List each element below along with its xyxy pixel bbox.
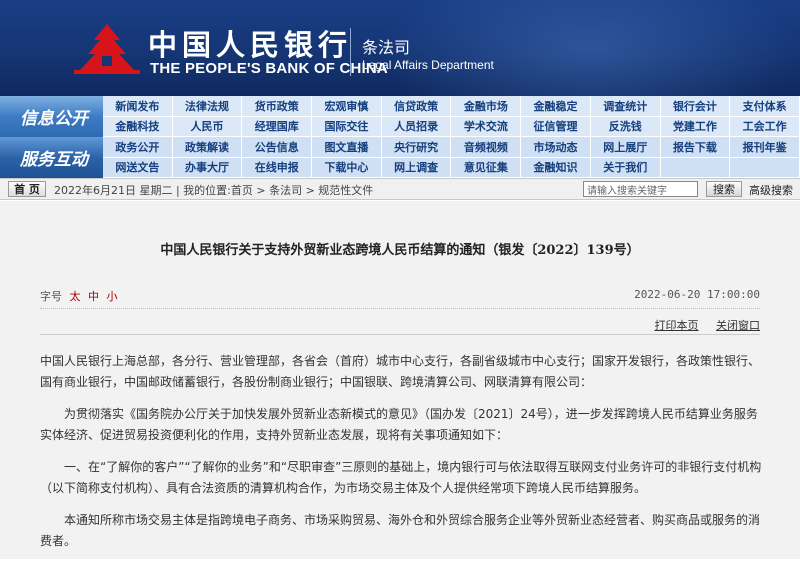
nav-section-info[interactable]: 信息公开: [0, 96, 103, 137]
search-input[interactable]: [583, 181, 698, 197]
nav-item[interactable]: 党建工作: [660, 116, 731, 137]
divider: [40, 334, 760, 335]
print-link[interactable]: 打印本页: [655, 319, 699, 332]
article-tools: 打印本页 关闭窗口: [641, 317, 761, 333]
nav-item[interactable]: 网上展厅: [590, 137, 661, 158]
nav-item[interactable]: 政策解读: [172, 137, 243, 158]
header-divider: [350, 28, 351, 76]
dept-name-en: Legal Affairs Department: [362, 58, 494, 72]
nav-item[interactable]: 学术交流: [451, 116, 522, 137]
nav-item[interactable]: 工会工作: [730, 116, 800, 137]
nav-item[interactable]: 市场动态: [521, 137, 591, 158]
pboc-logo-icon[interactable]: [74, 22, 140, 76]
nav-item[interactable]: 银行会计: [660, 96, 731, 117]
breadcrumb[interactable]: 2022年6月21日 星期二 | 我的位置:首页 > 条法司 > 规范性文件: [54, 182, 373, 198]
main-nav: 信息公开 服务互动 新闻发布 法律法规 货币政策 宏观审慎 信贷政策 金融市场 …: [0, 96, 800, 178]
nav-item[interactable]: 支付体系: [730, 96, 800, 117]
nav-item[interactable]: 货币政策: [242, 96, 313, 117]
font-size-medium[interactable]: 中: [88, 290, 99, 303]
nav-item[interactable]: 宏观审慎: [312, 96, 382, 117]
close-window-link[interactable]: 关闭窗口: [716, 319, 760, 332]
header-glow: [380, 0, 800, 96]
nav-item-empty: [660, 157, 731, 178]
nav-item[interactable]: 征信管理: [521, 116, 591, 137]
nav-item[interactable]: 政务公开: [103, 137, 173, 158]
breadcrumb-bar: 首 页 2022年6月21日 星期二 | 我的位置:首页 > 条法司 > 规范性…: [0, 178, 800, 200]
home-button[interactable]: 首 页: [8, 181, 46, 197]
nav-item-empty: [730, 157, 800, 178]
font-size-small[interactable]: 小: [107, 290, 118, 303]
font-size-large[interactable]: 太: [70, 290, 81, 303]
search-button[interactable]: 搜索: [706, 181, 742, 197]
nav-section-service[interactable]: 服务互动: [0, 137, 103, 178]
nav-item[interactable]: 金融科技: [103, 116, 173, 137]
nav-item[interactable]: 报刊年鉴: [730, 137, 800, 158]
paragraph: 一、在“了解你的客户”“了解你的业务”和“尽职审查”三原则的基础上，境内银行可与…: [40, 460, 762, 495]
nav-item[interactable]: 在线申报: [242, 157, 313, 178]
nav-item[interactable]: 公告信息: [242, 137, 313, 158]
nav-item[interactable]: 金融稳定: [521, 96, 591, 117]
nav-item[interactable]: 法律法规: [172, 96, 243, 117]
article-area: 中国人民银行关于支持外贸新业态跨境人民币结算的通知（银发〔2022〕139号） …: [0, 201, 800, 559]
nav-item[interactable]: 新闻发布: [103, 96, 173, 117]
paragraph: 中国人民银行上海总部，各分行、营业管理部，各省会（首府）城市中心支行，各副省级城…: [40, 354, 761, 389]
paragraph: 为贯彻落实《国务院办公厅关于加快发展外贸新业态新模式的意见》（国办发〔2021〕…: [40, 407, 758, 442]
nav-item[interactable]: 国际交往: [312, 116, 382, 137]
nav-item[interactable]: 音频视频: [451, 137, 522, 158]
nav-item[interactable]: 网上调查: [381, 157, 452, 178]
site-header: 中国人民银行 THE PEOPLE'S BANK OF CHINA 条法司 Le…: [0, 0, 800, 96]
nav-item[interactable]: 意见征集: [451, 157, 522, 178]
advanced-search-link[interactable]: 高级搜索: [749, 182, 793, 198]
font-size-control: 字号 太 中 小: [40, 288, 118, 304]
nav-grid: 新闻发布 法律法规 货币政策 宏观审慎 信贷政策 金融市场 金融稳定 调查统计 …: [103, 96, 800, 178]
nav-item[interactable]: 下载中心: [312, 157, 382, 178]
nav-item[interactable]: 网送文告: [103, 157, 173, 178]
nav-item[interactable]: 央行研究: [381, 137, 452, 158]
article-title: 中国人民银行关于支持外贸新业态跨境人民币结算的通知（银发〔2022〕139号）: [160, 243, 640, 258]
bank-name-cn: 中国人民银行: [148, 28, 353, 62]
nav-item[interactable]: 金融知识: [521, 157, 591, 178]
nav-item[interactable]: 报告下载: [660, 137, 731, 158]
font-size-label: 字号: [40, 290, 62, 303]
nav-item[interactable]: 金融市场: [451, 96, 522, 117]
nav-item[interactable]: 人员招录: [381, 116, 452, 137]
nav-item[interactable]: 信贷政策: [381, 96, 452, 117]
publish-date: 2022-06-20 17:00:00: [634, 288, 760, 301]
nav-item[interactable]: 关于我们: [590, 157, 661, 178]
nav-item[interactable]: 调查统计: [590, 96, 661, 117]
nav-item[interactable]: 经理国库: [242, 116, 313, 137]
nav-item[interactable]: 办事大厅: [172, 157, 243, 178]
nav-item[interactable]: 人民币: [172, 116, 243, 137]
nav-item[interactable]: 图文直播: [312, 137, 382, 158]
bank-name-en: THE PEOPLE'S BANK OF CHINA: [150, 60, 388, 77]
divider: [40, 308, 760, 309]
paragraph: 本通知所称市场交易主体是指跨境电子商务、市场采购贸易、海外仓和外贸综合服务企业等…: [40, 513, 761, 548]
article-body: 中国人民银行上海总部，各分行、营业管理部，各省会（首府）城市中心支行，各副省级城…: [40, 351, 762, 563]
dept-name-cn: 条法司: [362, 38, 411, 57]
nav-item[interactable]: 反洗钱: [590, 116, 661, 137]
